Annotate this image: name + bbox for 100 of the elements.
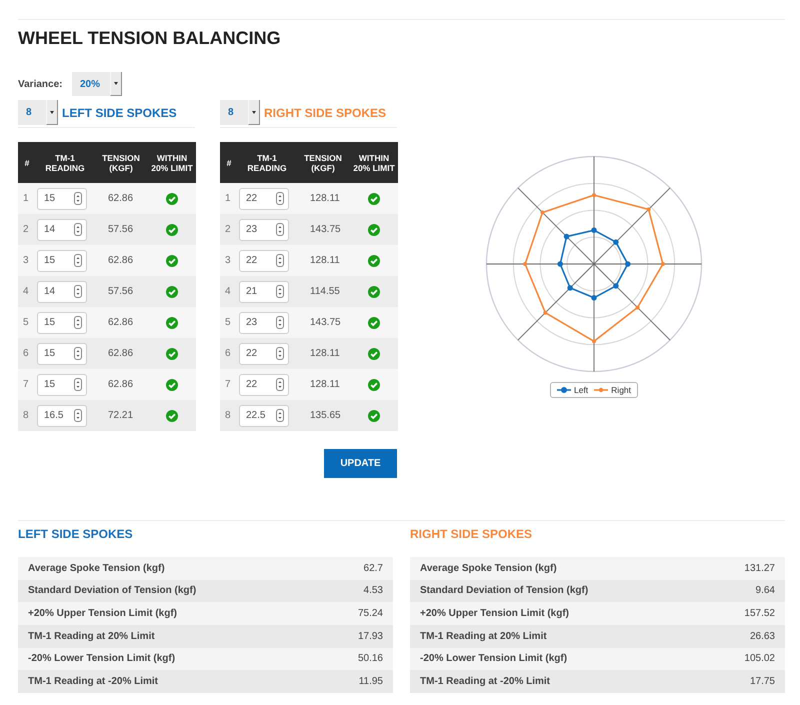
reading-input[interactable]: 15 (37, 342, 87, 364)
stat-label: Average Spoke Tension (kgf) (28, 562, 165, 574)
row-number: 8 (224, 410, 232, 421)
spinner-icon[interactable] (276, 409, 284, 422)
reading-input[interactable]: 23 (239, 312, 289, 334)
caret-icon (50, 110, 54, 114)
left-data-point (567, 285, 573, 291)
stat-value: 17.93 (358, 630, 383, 642)
right-data-point (543, 310, 548, 315)
column-header: TENSION (KGF) (296, 142, 350, 183)
tension-value: 143.75 (309, 224, 342, 235)
stat-label: +20% Upper Tension Limit (kgf) (28, 608, 177, 620)
left-data-point (564, 234, 570, 240)
spinner-icon[interactable] (276, 223, 284, 236)
stat-label: TM-1 Reading at -20% Limit (420, 676, 550, 688)
spinner-icon[interactable] (74, 316, 82, 329)
spinner-icon[interactable] (74, 409, 82, 422)
spinner-icon[interactable] (74, 285, 82, 298)
row-number: 1 (22, 193, 30, 204)
stat-label: TM-1 Reading at -20% Limit (28, 676, 158, 688)
reading-input[interactable]: 15 (37, 188, 87, 210)
legend-label[interactable]: Left (574, 385, 588, 395)
row-number: 2 (224, 224, 232, 235)
left-data-point (613, 239, 619, 245)
variance-select[interactable]: 20% (72, 72, 122, 96)
reading-input[interactable]: 22.5 (239, 404, 289, 426)
tension-value: 114.55 (309, 286, 341, 297)
stat-value: 9.64 (756, 585, 775, 596)
row-number: 7 (22, 379, 30, 390)
tension-value: 128.11 (309, 255, 341, 266)
section-heading: RIGHT SIDE SPOKES (410, 527, 532, 541)
row-number: 2 (22, 224, 30, 235)
right-data-point (592, 339, 596, 344)
page-title: WHEEL TENSION BALANCING (18, 28, 281, 48)
column-header: # (220, 142, 238, 183)
row-number: 6 (224, 348, 232, 359)
stat-value: 75.24 (358, 608, 383, 620)
spinner-icon[interactable] (74, 347, 82, 360)
right-data-point (636, 306, 640, 310)
right-data-point (592, 193, 596, 198)
stat-value: 11.95 (358, 676, 383, 688)
tension-value: 72.21 (107, 410, 134, 421)
spoke-count-select[interactable]: 8 (18, 100, 58, 125)
reading-input[interactable]: 15 (37, 250, 87, 272)
reading-input[interactable]: 22 (239, 250, 289, 272)
caret-icon (252, 110, 256, 114)
reading-input[interactable]: 22 (239, 374, 289, 396)
spinner-icon[interactable] (74, 192, 82, 205)
spinner-icon[interactable] (74, 378, 82, 391)
row-number: 3 (224, 255, 232, 266)
stat-label: Average Spoke Tension (kgf) (420, 562, 557, 574)
update-button[interactable]: UPDATE (324, 449, 397, 478)
section-heading: LEFT SIDE SPOKES (62, 106, 177, 120)
tension-value: 57.56 (107, 224, 134, 235)
stat-value: 105.02 (744, 653, 775, 664)
row-number: 5 (224, 317, 232, 328)
left-data-point (625, 261, 631, 267)
reading-input[interactable]: 14 (37, 280, 87, 302)
row-number: 4 (224, 286, 232, 297)
spinner-icon[interactable] (276, 347, 284, 360)
spinner-icon[interactable] (74, 223, 82, 236)
left-data-point (557, 261, 563, 267)
tension-value: 128.11 (309, 193, 341, 204)
caret-icon (114, 82, 118, 85)
tension-value: 57.56 (107, 286, 134, 297)
spinner-icon[interactable] (276, 254, 284, 267)
right-data-point (660, 262, 665, 266)
section-heading: RIGHT SIDE SPOKES (264, 106, 386, 120)
row-number: 8 (22, 410, 30, 421)
left-series-line (559, 229, 629, 299)
reading-input[interactable]: 15 (37, 312, 87, 334)
stat-label: TM-1 Reading at 20% Limit (28, 630, 155, 642)
spinner-icon[interactable] (276, 316, 284, 329)
reading-input[interactable]: 23 (239, 218, 289, 240)
reading-input[interactable]: 14 (37, 218, 87, 240)
stat-value: 17.75 (750, 676, 775, 688)
spinner-icon[interactable] (276, 285, 284, 298)
right-data-point (540, 210, 544, 214)
stat-label: +20% Upper Tension Limit (kgf) (420, 608, 569, 620)
spoke-count-select[interactable]: 8 (220, 100, 260, 125)
reading-input[interactable]: 22 (239, 188, 289, 210)
column-header: TM-1 READING (36, 142, 94, 183)
legend-label[interactable]: Right (611, 385, 632, 395)
spinner-icon[interactable] (74, 254, 82, 267)
tension-value: 62.86 (107, 193, 134, 204)
spinner-icon[interactable] (276, 192, 284, 205)
column-header: TENSION (KGF) (94, 142, 148, 183)
column-header: WITHIN 20% LIMIT (350, 142, 398, 183)
stat-label: -20% Lower Tension Limit (kgf) (420, 653, 568, 664)
reading-input[interactable]: 15 (37, 374, 87, 396)
stat-value: 50.16 (358, 653, 383, 664)
reading-input[interactable]: 21 (239, 280, 289, 302)
row-number: 1 (224, 193, 232, 204)
reading-input[interactable]: 16.5 (37, 404, 87, 426)
left-data-point (591, 227, 597, 233)
row-number: 6 (22, 348, 30, 359)
column-header: WITHIN 20% LIMIT (148, 142, 196, 183)
tension-value: 128.11 (309, 379, 341, 390)
reading-input[interactable]: 22 (239, 342, 289, 364)
spinner-icon[interactable] (276, 378, 284, 391)
